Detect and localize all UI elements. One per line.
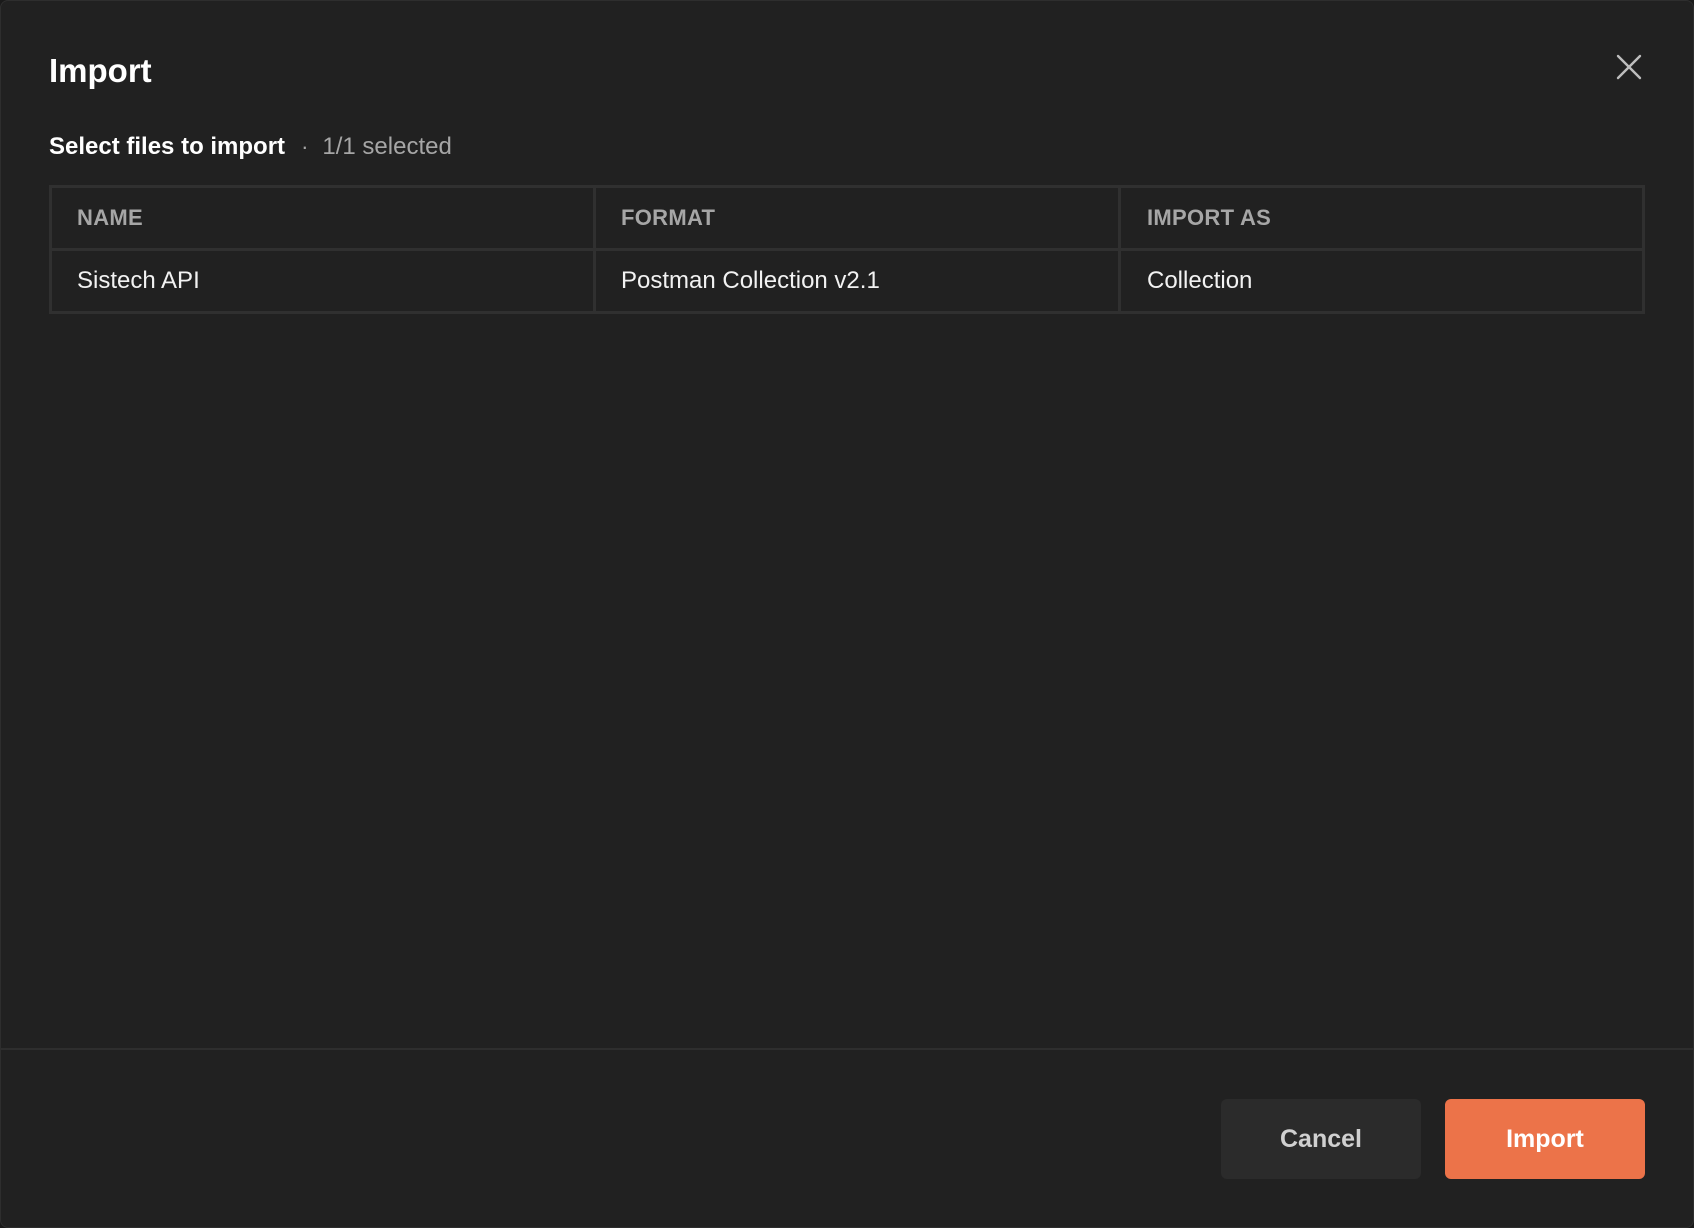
file-name-cell: Sistech API [77,267,200,294]
column-header-format: FORMAT [593,188,1118,248]
close-icon [1609,47,1649,87]
file-format-cell: Postman Collection v2.1 [593,251,1118,311]
selection-summary: Select files to import · 1/1 selected [49,129,452,165]
import-as-cell[interactable]: Collection [1118,251,1642,311]
import-button[interactable]: Import [1445,1099,1645,1179]
selection-label: Select files to import [49,133,286,160]
column-header-name: NAME [77,205,143,230]
dialog-title: Import [49,52,152,89]
footer-divider [1,1048,1693,1050]
import-dialog: Import Select files to import · 1/1 sele… [0,0,1694,1228]
table-row[interactable]: Sistech API Postman Collection v2.1 Coll… [52,248,1642,311]
close-button[interactable] [1609,47,1649,87]
files-table: NAME FORMAT IMPORT AS Sistech API Postma… [49,185,1645,314]
cancel-button[interactable]: Cancel [1221,1099,1421,1179]
column-header-import-as: IMPORT AS [1118,188,1642,248]
separator-dot: · [301,134,309,159]
table-header-row: NAME FORMAT IMPORT AS [52,188,1642,248]
selection-count: 1/1 selected [322,133,452,160]
